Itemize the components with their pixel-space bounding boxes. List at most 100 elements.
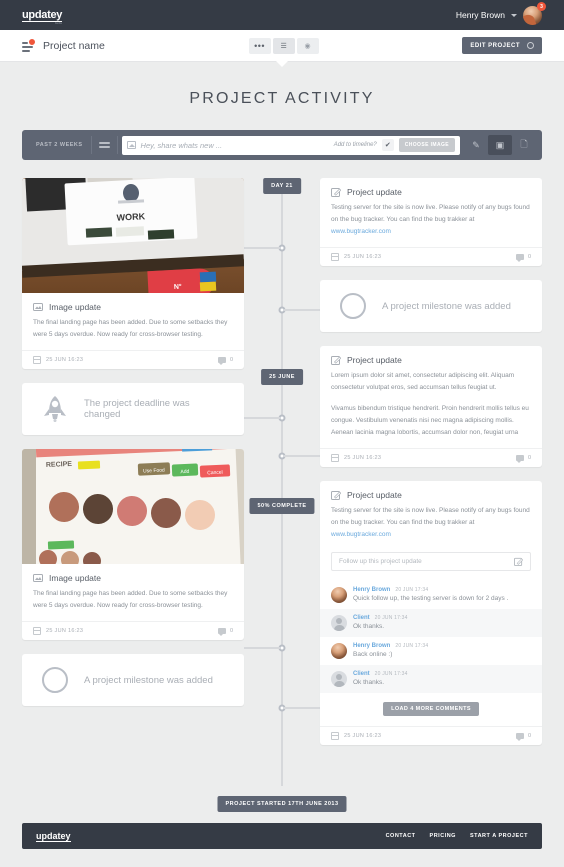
card-footer: 25 JUN 16:23 0 <box>22 350 244 369</box>
edit-project-button[interactable]: EDIT PROJECT <box>462 37 542 54</box>
user-menu[interactable]: Henry Brown <box>455 5 542 25</box>
footer-link-start-project[interactable]: START A PROJECT <box>470 833 528 839</box>
load-more-wrapper: LOAD 4 MORE COMMENTS <box>320 693 542 726</box>
svg-text:Add: Add <box>180 469 189 475</box>
comment-author[interactable]: Client <box>353 671 370 677</box>
event-label: A project milestone was added <box>382 300 511 312</box>
timeline: DAY 21 25 JUNE 50% COMPLETE WORK N° Imag… <box>0 178 564 812</box>
card-comment-count[interactable]: 0 <box>515 733 531 742</box>
timeline-right-column: Project update Testing server for the si… <box>320 178 542 759</box>
comment-count-label: 0 <box>229 357 233 364</box>
svg-text:N°: N° <box>174 283 182 291</box>
load-more-comments-button[interactable]: LOAD 4 MORE COMMENTS <box>383 702 479 717</box>
calendar-icon <box>331 253 339 262</box>
timeline-badge-date[interactable]: 25 JUNE <box>261 369 303 385</box>
image-icon <box>126 141 136 149</box>
composer-input-wrap[interactable]: Hey, share whats new ... Add to timeline… <box>121 135 460 155</box>
divider <box>116 136 118 154</box>
project-update-comments-card[interactable]: Project update Testing server for the si… <box>320 481 542 746</box>
avatar[interactable] <box>331 643 347 660</box>
activity-composer: PAST 2 WEEKS Hey, share whats new ... Ad… <box>22 130 542 160</box>
project-update-card[interactable]: Project update Testing server for the si… <box>320 178 542 267</box>
compose-text-button[interactable]: ✎ <box>464 135 488 155</box>
bugtracker-link[interactable]: www.bugtracker.com <box>331 531 391 538</box>
pencil-icon[interactable] <box>514 557 523 567</box>
avatar[interactable] <box>331 587 347 604</box>
follow-up-input[interactable]: Follow up this project update <box>331 552 531 572</box>
sort-icon[interactable] <box>92 142 117 148</box>
user-name-label: Henry Brown <box>455 10 505 20</box>
composer-input[interactable]: Hey, share whats new ... <box>141 141 329 150</box>
add-to-timeline-checkbox[interactable]: ✔ <box>381 139 394 151</box>
laptop-on-desk-photo: WORK N° <box>22 178 244 293</box>
timeline-badge-progress[interactable]: 50% COMPLETE <box>249 498 315 514</box>
card-header: Project update <box>320 346 542 370</box>
comment-author[interactable]: Henry Brown <box>353 587 390 593</box>
footer-link-pricing[interactable]: PRICING <box>430 833 456 839</box>
card-footer: 25 JUN 16:23 0 <box>22 621 244 640</box>
card-paragraph: Vivamus bibendum tristique hendrerit. Pr… <box>331 405 529 437</box>
card-header: Image update <box>22 293 244 317</box>
comment-text: Quick follow up, the testing server is d… <box>353 595 509 603</box>
timeline-left-column: WORK N° Image update The final landing p… <box>22 178 244 720</box>
date-range-filter[interactable]: PAST 2 WEEKS <box>28 142 91 148</box>
activity-heading: PROJECT ACTIVITY <box>189 90 375 107</box>
tab-eye-view[interactable]: ◉ <box>296 37 319 54</box>
comment-item: Henry Brown 20 JUN 17:34 Back online :) <box>320 637 542 665</box>
image-update-card[interactable]: WORK N° Image update The final landing p… <box>22 178 244 370</box>
card-date-label: 25 JUN 16:23 <box>46 628 84 635</box>
chevron-down-icon <box>511 13 517 17</box>
comment-text: Ok thanks. <box>353 623 385 631</box>
edit-icon <box>331 490 341 501</box>
comment-item: Client 20 JUN 17:34 Ok thanks. <box>320 609 542 638</box>
edit-icon <box>331 187 341 197</box>
gear-icon <box>527 42 534 49</box>
timeline-badge-day[interactable]: DAY 21 <box>263 178 301 194</box>
card-date-label: 25 JUN 16:23 <box>344 455 382 462</box>
card-date: 25 JUN 16:23 <box>331 253 381 262</box>
project-update-card[interactable]: Project update Lorem ipsum dolor sit ame… <box>320 346 542 468</box>
compose-file-button[interactable]: 🗋 <box>512 135 536 155</box>
calendar-icon <box>33 627 41 636</box>
comment-content: Henry Brown 20 JUN 17:34 Quick follow up… <box>353 587 508 603</box>
card-date: 25 JUN 16:23 <box>331 732 381 741</box>
page-title: Project name <box>43 39 105 52</box>
add-to-timeline-label: Add to timeline? <box>333 142 377 148</box>
avatar[interactable] <box>331 671 347 688</box>
comment-content: Client 20 JUN 17:34 Ok thanks. <box>353 671 408 687</box>
comment-author[interactable]: Client <box>353 615 370 621</box>
deadline-changed-card[interactable]: The project deadline was changed <box>22 383 244 436</box>
comment-count-label: 0 <box>527 455 531 462</box>
card-comment-count[interactable]: 0 <box>217 628 233 637</box>
footer-link-contact[interactable]: CONTACT <box>386 833 416 839</box>
image-update-card[interactable]: RECIPE Use Food Add Cancel Image update … <box>22 449 244 641</box>
card-comment-count[interactable]: 0 <box>515 254 531 263</box>
milestone-card[interactable]: A project milestone was added <box>320 280 542 333</box>
comment-time: 20 JUN 17:34 <box>395 643 429 650</box>
compose-image-button[interactable]: ▣ <box>488 135 512 155</box>
footer-logo[interactable]: updatey <box>36 831 71 842</box>
tab-dots-view[interactable]: ••• <box>248 37 271 54</box>
timeline-connector <box>244 647 280 649</box>
bugtracker-link[interactable]: www.bugtracker.com <box>331 228 391 235</box>
card-comment-count[interactable]: 0 <box>217 357 233 366</box>
svg-text:Cancel: Cancel <box>207 470 223 477</box>
card-paragraph: Testing server for the site is now live.… <box>331 505 531 541</box>
dots-icon: ••• <box>254 40 266 51</box>
milestone-card[interactable]: A project milestone was added <box>22 654 244 707</box>
top-navigation-bar: updatey beta Henry Brown 3 <box>0 0 564 30</box>
comment-author[interactable]: Henry Brown <box>353 643 390 649</box>
follow-up-placeholder: Follow up this project update <box>339 558 422 566</box>
food-website-photo: RECIPE Use Food Add Cancel <box>22 449 244 565</box>
timeline-badge-start[interactable]: PROJECT STARTED 17TH JUNE 2013 <box>217 796 347 812</box>
comment-icon <box>515 254 524 263</box>
card-paragraph: Testing server for the site is now live.… <box>331 202 531 238</box>
tab-list-view[interactable]: ☰ <box>272 37 295 54</box>
card-comment-count[interactable]: 0 <box>515 455 531 464</box>
brand-logo[interactable]: updatey beta <box>22 9 62 25</box>
ring-icon <box>42 667 68 694</box>
choose-image-button[interactable]: CHOOSE IMAGE <box>398 138 455 152</box>
avatar[interactable] <box>331 615 347 632</box>
image-icon <box>33 302 43 312</box>
notification-badge[interactable]: 3 <box>537 2 546 11</box>
